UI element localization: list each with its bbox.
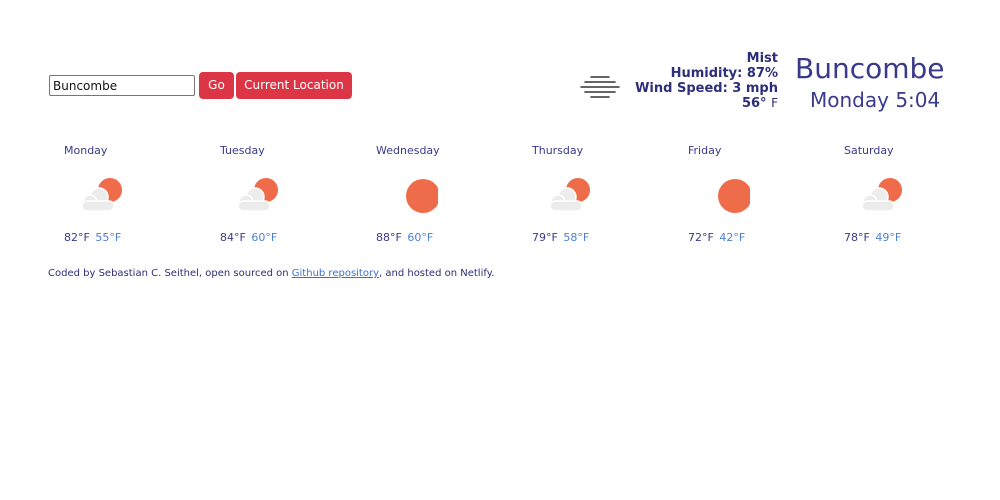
current-location-button[interactable]: Current Location xyxy=(236,72,352,99)
current-conditions: Mist Humidity: 87% Wind Speed: 3 mph 56°… xyxy=(635,51,778,111)
go-button[interactable]: Go xyxy=(199,72,234,99)
forecast-day: Saturday 78°F 49°F xyxy=(844,143,964,244)
weather-description: Mist xyxy=(746,51,778,66)
city-name: Buncombe xyxy=(795,52,945,85)
forecast-day: Wednesday 88°F 60°F xyxy=(376,143,496,244)
forecast-day-name: Wednesday xyxy=(376,144,440,157)
forecast-low: 60°F xyxy=(251,231,278,244)
forecast-high: 78°F xyxy=(844,231,870,244)
forecast-temps: 79°F 58°F xyxy=(532,231,589,244)
forecast-day-name: Monday xyxy=(64,144,108,157)
forecast-day: Monday 82°F 55°F xyxy=(64,143,184,244)
sun-icon xyxy=(718,179,750,213)
forecast-day-name: Saturday xyxy=(844,144,894,157)
partly-cloudy-icon xyxy=(549,178,590,212)
sun-icon xyxy=(406,179,438,213)
forecast-low: 42°F xyxy=(719,231,746,244)
github-repository-link[interactable]: Github repository xyxy=(292,268,379,279)
humidity-text: Humidity: 87% xyxy=(670,66,778,81)
location-header: Buncombe Monday 5:04 xyxy=(795,52,965,112)
partly-cloudy-icon xyxy=(237,178,278,212)
temperature-value: 56° xyxy=(741,96,767,111)
wind-speed-text: Wind Speed: 3 mph xyxy=(635,81,778,96)
forecast-day-name: Friday xyxy=(688,144,722,157)
forecast-low: 49°F xyxy=(875,231,902,244)
forecast-temps: 78°F 49°F xyxy=(844,231,901,244)
forecast-day: Thursday 79°F 58°F xyxy=(532,143,652,244)
forecast-high: 82°F xyxy=(64,231,90,244)
forecast-low: 60°F xyxy=(407,231,434,244)
temperature-unit: F xyxy=(771,96,778,110)
mist-icon xyxy=(580,76,620,98)
footer-prefix: Coded by Sebastian C. Seithel, open sour… xyxy=(48,268,292,279)
forecast-temps: 88°F 60°F xyxy=(376,231,433,244)
forecast-day: Friday 72°F 42°F xyxy=(688,143,808,244)
current-temperature: 56° F xyxy=(635,96,778,111)
forecast-day: Tuesday 84°F 60°F xyxy=(220,143,340,244)
forecast-high: 79°F xyxy=(532,231,558,244)
forecast-high: 72°F xyxy=(688,231,714,244)
footer-credits: Coded by Sebastian C. Seithel, open sour… xyxy=(48,268,494,279)
forecast-temps: 82°F 55°F xyxy=(64,231,121,244)
footer-suffix: , and hosted on Netlify. xyxy=(379,268,495,279)
forecast-day-name: Thursday xyxy=(532,144,584,157)
weather-app: Go Current Location Mist Humidity: 87% W… xyxy=(0,0,1000,500)
forecast-low: 58°F xyxy=(563,231,590,244)
forecast-low: 55°F xyxy=(95,231,122,244)
forecast-high: 88°F xyxy=(376,231,402,244)
forecast-row: Monday 82°F 55°F Tuesday 84°F 60°F Wedne… xyxy=(64,143,964,253)
search-form: Go Current Location xyxy=(49,72,352,99)
partly-cloudy-icon xyxy=(81,178,122,212)
forecast-temps: 72°F 42°F xyxy=(688,231,745,244)
forecast-day-name: Tuesday xyxy=(220,144,265,157)
current-datetime: Monday 5:04 xyxy=(810,88,941,112)
forecast-temps: 84°F 60°F xyxy=(220,231,277,244)
partly-cloudy-icon xyxy=(861,178,902,212)
forecast-high: 84°F xyxy=(220,231,246,244)
city-search-input[interactable] xyxy=(49,75,195,96)
